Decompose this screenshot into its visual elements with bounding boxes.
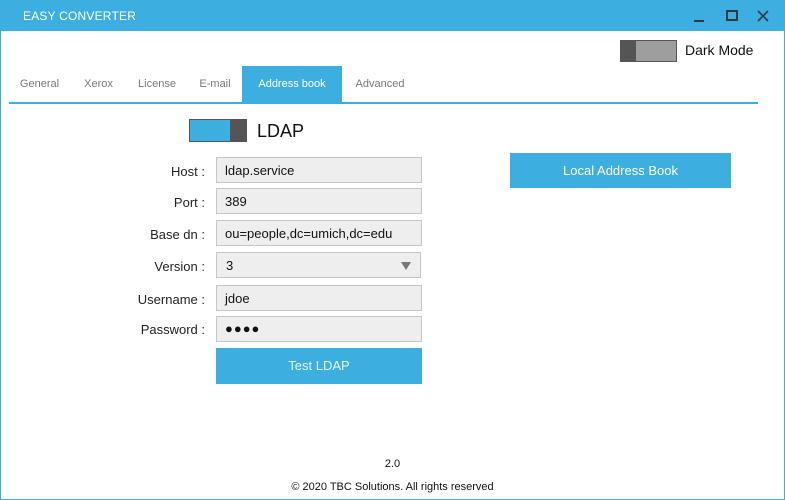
version-text: 2.0 <box>384 458 401 470</box>
minimize-button[interactable] <box>684 1 714 31</box>
copyright-text: © 2020 TBC Solutions. All rights reserve… <box>291 481 494 493</box>
dark-mode-toggle[interactable] <box>620 40 677 62</box>
app-window: EASY CONVERTER Dark Mode General Xerox L… <box>0 0 785 500</box>
version-label: Version : <box>154 259 205 274</box>
password-input[interactable]: ●●●● <box>216 316 422 342</box>
username-label: Username : <box>137 292 205 307</box>
maximize-icon <box>726 10 738 21</box>
chevron-down-icon <box>401 262 411 270</box>
tab-email[interactable]: E-mail <box>187 66 243 102</box>
tab-xerox[interactable]: Xerox <box>70 66 127 102</box>
maximize-button[interactable] <box>716 1 746 31</box>
port-label: Port : <box>173 195 205 210</box>
host-label: Host : <box>171 164 205 179</box>
local-address-book-button[interactable]: Local Address Book <box>510 153 731 188</box>
minimize-icon <box>694 20 704 22</box>
title-bar[interactable]: EASY CONVERTER <box>1 1 784 31</box>
host-input[interactable]: ldap.service <box>216 157 422 183</box>
ldap-toggle-knob <box>230 120 246 141</box>
ldap-toggle[interactable] <box>189 119 247 142</box>
test-ldap-button[interactable]: Test LDAP <box>216 348 422 384</box>
window-title: EASY CONVERTER <box>23 9 137 23</box>
close-icon <box>757 10 769 22</box>
tab-license[interactable]: License <box>127 66 187 102</box>
username-input[interactable]: jdoe <box>216 285 422 311</box>
password-label: Password : <box>140 322 205 337</box>
version-select[interactable]: 3 <box>216 252 421 278</box>
base-dn-label: Base dn : <box>150 227 205 242</box>
dark-mode-label: Dark Mode <box>685 42 754 58</box>
ldap-label: LDAP <box>257 121 305 141</box>
dark-mode-toggle-knob <box>621 41 636 61</box>
tab-general[interactable]: General <box>9 66 70 102</box>
base-dn-input[interactable]: ou=people,dc=umich,dc=edu <box>216 220 422 246</box>
close-button[interactable] <box>748 1 778 31</box>
tab-underline <box>9 102 758 104</box>
version-value: 3 <box>226 258 234 273</box>
tab-advanced[interactable]: Advanced <box>342 66 418 102</box>
tab-address-book[interactable]: Address book <box>242 66 342 102</box>
port-input[interactable]: 389 <box>216 188 422 214</box>
